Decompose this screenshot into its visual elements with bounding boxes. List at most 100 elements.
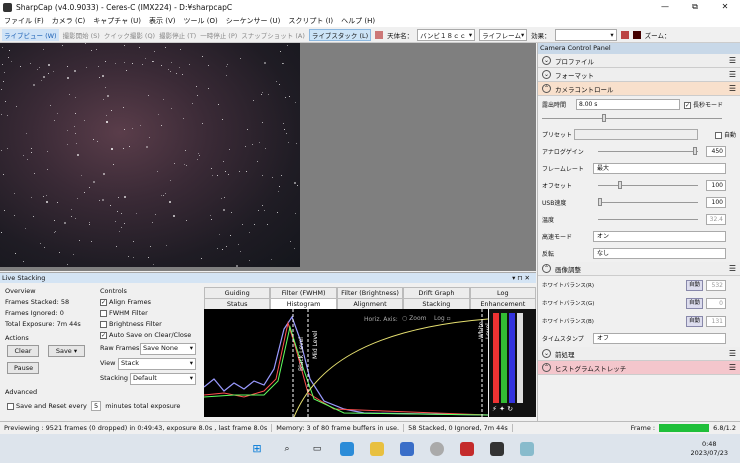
menu-camera[interactable]: カメラ (C) bbox=[52, 16, 86, 26]
setting-value[interactable]: 100 bbox=[706, 197, 726, 208]
menu-icon[interactable]: ☰ bbox=[729, 264, 736, 273]
maximize-button[interactable]: ⧉ bbox=[680, 0, 710, 14]
target-name-select[interactable]: バンビ１８ｃｃ ▾ bbox=[417, 28, 476, 41]
menu-help[interactable]: ヘルプ (H) bbox=[341, 16, 375, 26]
search-icon[interactable]: ⌕ bbox=[280, 442, 294, 456]
wb-auto-button[interactable]: 自動 bbox=[686, 315, 704, 327]
exposure-input[interactable]: 8.00 s bbox=[576, 98, 680, 110]
quick-capture-button[interactable]: クイック撮影 (Q) bbox=[104, 30, 155, 40]
section-camera-control[interactable]: ⌃ カメラコントロール ☰ bbox=[538, 82, 740, 96]
menu-scripting[interactable]: スクリプト (I) bbox=[288, 16, 333, 26]
dark-color-icon[interactable] bbox=[632, 30, 641, 39]
save-reset-checkbox[interactable] bbox=[7, 402, 14, 410]
windows-start-icon[interactable]: ⊞ bbox=[250, 442, 264, 456]
setting-select[interactable]: オン bbox=[593, 231, 726, 242]
start-capture-button[interactable]: 撮影開始 (S) bbox=[63, 30, 100, 40]
section-format[interactable]: ⌄ フォーマット ☰ bbox=[538, 68, 740, 82]
tab-status[interactable]: Status bbox=[204, 298, 271, 309]
align-frames-checkbox[interactable]: ✓ Align Frames bbox=[100, 297, 191, 308]
log-checkbox[interactable]: Log ▫ bbox=[434, 315, 451, 322]
frame-select[interactable]: ライフレーム ▾ bbox=[479, 28, 528, 41]
tab-drift-graph[interactable]: Drift Graph bbox=[403, 287, 470, 298]
tab-guiding[interactable]: Guiding bbox=[204, 287, 271, 298]
slider-knob[interactable] bbox=[693, 147, 697, 155]
task-view-icon[interactable]: ▭ bbox=[310, 442, 324, 456]
stacking-select[interactable]: Default ▾ bbox=[130, 372, 196, 385]
histogram-view[interactable]: Horiz. Axis: ○ Zoom Log ▫ Black Level Mi… bbox=[204, 309, 488, 417]
tray-icon[interactable] bbox=[520, 441, 534, 456]
menu-capture[interactable]: キャプチャ (U) bbox=[93, 16, 141, 26]
setting-slider[interactable] bbox=[598, 181, 698, 189]
preset-auto-checkbox[interactable]: 自動 bbox=[714, 130, 736, 139]
tab-enhancement[interactable]: Enhancement bbox=[469, 298, 537, 309]
exposure-slider[interactable] bbox=[542, 114, 722, 122]
timestamp-select[interactable]: オフ bbox=[593, 333, 726, 344]
tab-alignment[interactable]: Alignment bbox=[336, 298, 404, 309]
tab-log[interactable]: Log bbox=[469, 287, 537, 298]
menu-sequencer[interactable]: シーケンサー (U) bbox=[226, 16, 281, 26]
wb-auto-button[interactable]: 自動 bbox=[686, 279, 704, 291]
setting-select[interactable]: 最大 bbox=[593, 163, 726, 174]
menu-icon[interactable]: ☰ bbox=[729, 349, 736, 358]
green-level-slider[interactable] bbox=[501, 313, 507, 403]
wb-auto-button[interactable]: 自動 bbox=[686, 297, 704, 309]
menu-icon[interactable]: ☰ bbox=[729, 363, 736, 372]
section-histogram-stretch[interactable]: ⌃ ヒストグラムストレッチ ☰ bbox=[538, 361, 740, 375]
red-color-icon[interactable] bbox=[620, 30, 629, 39]
snapshot-button[interactable]: スナップショット (A) bbox=[241, 30, 305, 40]
slider-knob[interactable] bbox=[618, 181, 622, 189]
menu-tools[interactable]: ツール (O) bbox=[184, 16, 218, 26]
setting-slider[interactable] bbox=[598, 147, 698, 155]
tab-filter-brightness[interactable]: Filter (Brightness) bbox=[336, 287, 404, 298]
setting-slider[interactable] bbox=[598, 198, 698, 206]
menu-file[interactable]: ファイル (F) bbox=[4, 16, 44, 26]
pause-button[interactable]: 一時停止 (P) bbox=[200, 30, 237, 40]
app-icon[interactable] bbox=[430, 441, 444, 456]
level-sliders[interactable]: ⚡ ✦ ↻ bbox=[489, 309, 536, 417]
setting-select[interactable]: なし bbox=[593, 248, 726, 259]
close-button[interactable]: ✕ bbox=[710, 0, 740, 14]
zoom-radio[interactable]: ○ Zoom bbox=[402, 315, 426, 322]
red-app-icon[interactable] bbox=[460, 441, 474, 456]
long-mode-checkbox[interactable]: ✓ 長秒モード bbox=[684, 100, 723, 109]
setting-value[interactable]: 100 bbox=[706, 180, 726, 191]
section-preprocess[interactable]: ⌄ 前処理 ☰ bbox=[538, 347, 740, 361]
tab-histogram[interactable]: Histogram bbox=[270, 298, 337, 309]
live-stack-button[interactable]: ライブスタック (L) bbox=[308, 28, 372, 41]
save-button[interactable]: Save ▾ bbox=[48, 345, 85, 357]
red-level-slider[interactable] bbox=[493, 313, 499, 403]
menu-icon[interactable]: ☰ bbox=[729, 70, 736, 79]
autosave-checkbox[interactable]: ✓ Auto Save on Clear/Close bbox=[100, 330, 191, 341]
slider-knob[interactable] bbox=[602, 114, 606, 122]
live-view-button[interactable]: ライブビュー (W) bbox=[2, 28, 59, 41]
preset-select[interactable] bbox=[574, 129, 698, 140]
level-tool-icons[interactable]: ⚡ ✦ ↻ bbox=[492, 405, 513, 413]
edge-browser-icon[interactable] bbox=[340, 441, 354, 456]
menu-icon[interactable]: ☰ bbox=[729, 56, 736, 65]
sharpcap-taskbar-icon[interactable] bbox=[490, 441, 504, 456]
clock[interactable]: 0:48 2023/07/23 bbox=[691, 440, 728, 458]
view-select[interactable]: Stack ▾ bbox=[118, 357, 196, 370]
minimize-button[interactable]: — bbox=[650, 0, 680, 14]
raw-frames-select[interactable]: Save None ▾ bbox=[140, 342, 196, 355]
slider-knob[interactable] bbox=[598, 198, 602, 206]
color-swatch-icon[interactable] bbox=[375, 30, 384, 39]
minutes-input[interactable]: 5 bbox=[90, 401, 102, 411]
section-image-adjust[interactable]: ⌃ 画像調整 ☰ bbox=[538, 262, 740, 276]
menu-icon[interactable]: ☰ bbox=[729, 84, 736, 93]
effect-select[interactable]: ▾ bbox=[554, 28, 617, 41]
tab-stacking[interactable]: Stacking bbox=[403, 298, 470, 309]
section-profile[interactable]: ⌄ プロファイル ☰ bbox=[538, 54, 740, 68]
tab-filter-fwhm[interactable]: Filter (FWHM) bbox=[270, 287, 337, 298]
setting-value[interactable]: 450 bbox=[706, 146, 726, 157]
setting-slider[interactable] bbox=[598, 219, 698, 220]
clear-button[interactable]: Clear bbox=[7, 345, 39, 357]
fwhm-filter-checkbox[interactable]: FWHM Filter bbox=[100, 308, 191, 319]
blue-level-slider[interactable] bbox=[509, 313, 515, 403]
pause-stack-button[interactable]: Pause bbox=[7, 362, 39, 374]
lum-level-slider[interactable] bbox=[517, 313, 523, 403]
menu-view[interactable]: 表示 (V) bbox=[149, 16, 175, 26]
file-explorer-icon[interactable] bbox=[370, 441, 384, 456]
brightness-filter-checkbox[interactable]: Brightness Filter bbox=[100, 319, 191, 330]
stop-capture-button[interactable]: 撮影停止 (T) bbox=[159, 30, 196, 40]
